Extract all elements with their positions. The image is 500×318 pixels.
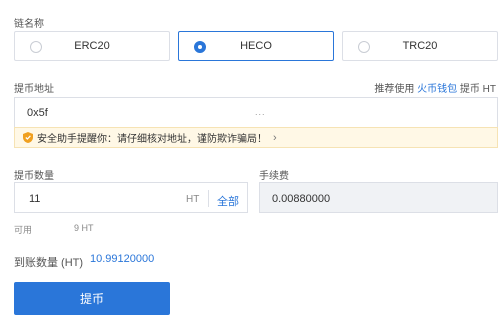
- amount-unit: HT: [186, 194, 200, 205]
- address-tail: ...: [255, 107, 266, 117]
- fee-value: 0.00880000: [272, 193, 331, 205]
- chain-option-erc20[interactable]: ERC20: [14, 31, 170, 61]
- chain-option-label: TRC20: [402, 40, 438, 52]
- recommend-suffix: 提币 HT: [457, 84, 496, 95]
- chain-option-heco[interactable]: HECO: [178, 31, 334, 61]
- chain-option-label: HECO: [240, 40, 272, 52]
- address-label: 提币地址: [14, 84, 54, 95]
- available-label: 可用: [14, 225, 33, 235]
- chevron-right-icon: ›: [273, 131, 277, 144]
- fee-field: 0.00880000: [259, 182, 498, 213]
- recommend-prefix: 推荐使用: [374, 84, 418, 95]
- amount-label: 提币数量: [14, 171, 54, 182]
- redaction-mask: [87, 103, 277, 119]
- redaction-mask: [36, 222, 76, 234]
- divider: [208, 190, 209, 207]
- fee-label: 手续费: [259, 171, 289, 182]
- security-warning-text: 安全助手提醒你：请仔细核对地址，谨防欺诈骗局！: [37, 134, 267, 145]
- amount-value: 11: [29, 193, 41, 205]
- shield-icon: [23, 132, 33, 143]
- available-balance: 9 HT: [74, 223, 94, 233]
- redaction-mask: [67, 105, 83, 119]
- receive-amount-value: 10.99120000: [90, 253, 155, 265]
- address-input[interactable]: 0x5f ...: [14, 97, 498, 127]
- amount-input[interactable]: 11 HT 全部: [14, 182, 248, 213]
- withdraw-submit-button[interactable]: 提币: [14, 282, 170, 315]
- security-warning-bar[interactable]: 安全助手提醒你：请仔细核对地址，谨防欺诈骗局！ ›: [14, 127, 498, 148]
- withdraw-all-button[interactable]: 全部: [217, 193, 239, 209]
- chain-label: 链名称: [14, 19, 44, 30]
- chain-option-trc20[interactable]: TRC20: [342, 31, 498, 61]
- address-value: 0x5f: [27, 107, 48, 119]
- receive-amount-label: 到账数量 (HT): [14, 257, 84, 269]
- wallet-recommendation: 推荐使用 火币钱包 提币 HT: [374, 80, 496, 95]
- huobi-wallet-link[interactable]: 火币钱包: [417, 84, 457, 95]
- chain-option-label: ERC20: [74, 40, 110, 52]
